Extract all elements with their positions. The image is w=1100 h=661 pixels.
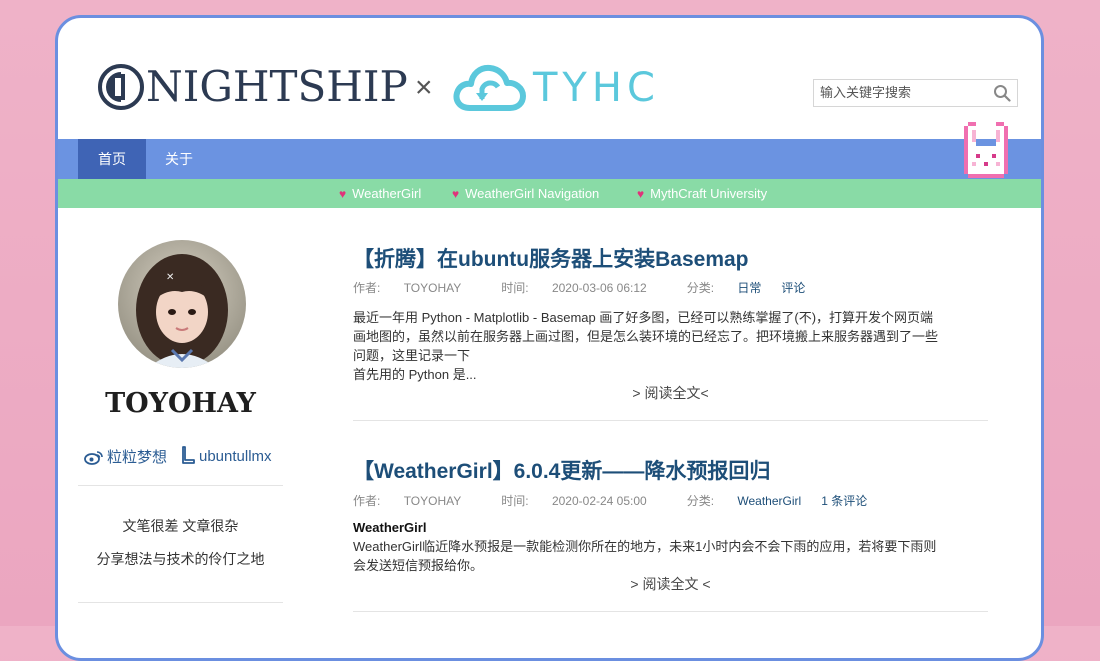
tyhc-logo[interactable]: TYHC	[452, 62, 660, 114]
post-time: 时间: 2020-03-06 06:12	[501, 281, 666, 295]
excerpt-line: 首先用的 Python 是...	[353, 367, 477, 382]
boot-icon	[182, 446, 195, 464]
weibo-label: 粒粒梦想	[107, 449, 168, 466]
post-divider	[353, 611, 988, 612]
page-frame: NIGHTSHIP × TYHC 首页 关于	[55, 15, 1044, 661]
nightship-wordmark: NIGHTSHIP	[146, 62, 408, 111]
category-link[interactable]: 日常	[737, 281, 761, 295]
logo-separator: ×	[415, 71, 433, 104]
post-time: 时间: 2020-02-24 05:00	[501, 494, 666, 508]
heart-icon: ♥	[637, 187, 645, 201]
nav-item-home[interactable]: 首页	[78, 139, 146, 179]
svg-text:✕: ✕	[166, 272, 174, 283]
author-label: 作者:	[353, 281, 381, 295]
profile-username: TOYOHAY	[105, 388, 256, 419]
main-nav: 首页 关于	[58, 139, 1041, 179]
post-excerpt: WeatherGirl WeatherGirl临近降水预报是一款能检测你所在的地…	[353, 518, 988, 575]
category-link[interactable]: WeatherGirl	[737, 494, 801, 508]
weibo-link[interactable]: 粒粒梦想	[84, 446, 167, 466]
search-box	[813, 79, 1018, 107]
excerpt-line: WeatherGirl临近降水预报是一款能检测你所在的地方，未来1小时内会不会下…	[353, 539, 937, 554]
weibo-icon	[84, 451, 103, 465]
nav-item-about[interactable]: 关于	[146, 139, 212, 179]
tagline-2: 分享想法与技术的伶仃之地	[96, 551, 265, 567]
post-title[interactable]: 【折腾】在ubuntu服务器上安装Basemap	[353, 243, 749, 273]
pixel-bunny-icon	[964, 122, 1008, 178]
heart-icon: ♥	[339, 187, 347, 201]
post-divider	[353, 420, 988, 421]
friend-links-bar: ♥ WeatherGirl ♥ WeatherGirl Navigation ♥ My…	[58, 179, 1041, 208]
link-label: WeatherGirl	[352, 186, 422, 201]
category-label: 分类:	[686, 281, 715, 295]
link-label: WeatherGirl Navigation	[465, 186, 600, 201]
excerpt-line: 问题，这里记录一下	[353, 348, 471, 363]
author-value: TOYOHAY	[403, 494, 462, 508]
excerpt-line: 最近一年用 Python - Matplotlib - Basemap 画了好多…	[353, 310, 934, 325]
excerpt-line: 会发送短信预报给你。	[353, 558, 484, 573]
avatar[interactable]: ✕	[118, 240, 246, 368]
time-value: 2020-02-24 05:00	[551, 494, 647, 508]
github-link[interactable]: ubuntullmx	[182, 446, 272, 466]
post-excerpt: 最近一年用 Python - Matplotlib - Basemap 画了好多…	[353, 308, 988, 384]
cloud-icon	[453, 64, 526, 111]
sidebar-divider	[78, 602, 283, 603]
read-more-link[interactable]: > 阅读全文 <	[353, 574, 988, 594]
category-label: 分类:	[686, 494, 715, 508]
site-header: NIGHTSHIP × TYHC	[58, 18, 1041, 139]
post-category: 分类: WeatherGirl	[687, 494, 801, 508]
post-title[interactable]: 【WeatherGirl】6.0.4更新——降水预报回归	[353, 455, 770, 485]
post-meta: 作者: TOYOHAY 时间: 2020-03-06 06:12 分类: 日常 评论	[353, 279, 805, 296]
heart-icon: ♥	[452, 187, 460, 201]
read-more-link[interactable]: > 阅读全文<	[353, 383, 988, 403]
search-icon[interactable]	[993, 84, 1011, 102]
avatar-image: ✕	[118, 240, 246, 368]
post-category: 分类: 日常	[687, 281, 762, 295]
tagline-1: 文笔很差 文章很杂	[122, 518, 239, 534]
link-label: MythCraft University	[650, 186, 768, 201]
post-author: 作者: TOYOHAY	[353, 281, 481, 295]
link-weathergirl-navigation[interactable]: ♥ WeatherGirl Navigation	[452, 179, 599, 208]
sidebar-divider	[78, 485, 283, 486]
post-author: 作者: TOYOHAY	[353, 494, 481, 508]
time-value: 2020-03-06 06:12	[551, 281, 647, 295]
nightship-logo[interactable]: NIGHTSHIP	[98, 64, 408, 110]
link-weathergirl[interactable]: ♥ WeatherGirl	[339, 179, 421, 208]
search-input[interactable]	[814, 80, 990, 104]
author-value: TOYOHAY	[403, 281, 462, 295]
excerpt-line: 画地图的，虽然以前在服务器上画过图，但是怎么装环境的已经忘了。把环境搬上来服务器…	[353, 329, 939, 344]
link-mythcraft-university[interactable]: ♥ MythCraft University	[637, 179, 767, 208]
post-meta: 作者: TOYOHAY 时间: 2020-02-24 05:00 分类: Weath…	[353, 492, 867, 509]
comments-link[interactable]: 评论	[781, 281, 805, 295]
author-label: 作者:	[353, 494, 381, 508]
excerpt-heading: WeatherGirl	[353, 520, 427, 535]
nightship-logo-icon	[98, 64, 144, 110]
time-label: 时间:	[501, 494, 529, 508]
tyhc-wordmark: TYHC	[533, 65, 660, 111]
comments-link[interactable]: 1 条评论	[821, 494, 867, 508]
time-label: 时间:	[501, 281, 529, 295]
github-label: ubuntullmx	[199, 448, 272, 465]
